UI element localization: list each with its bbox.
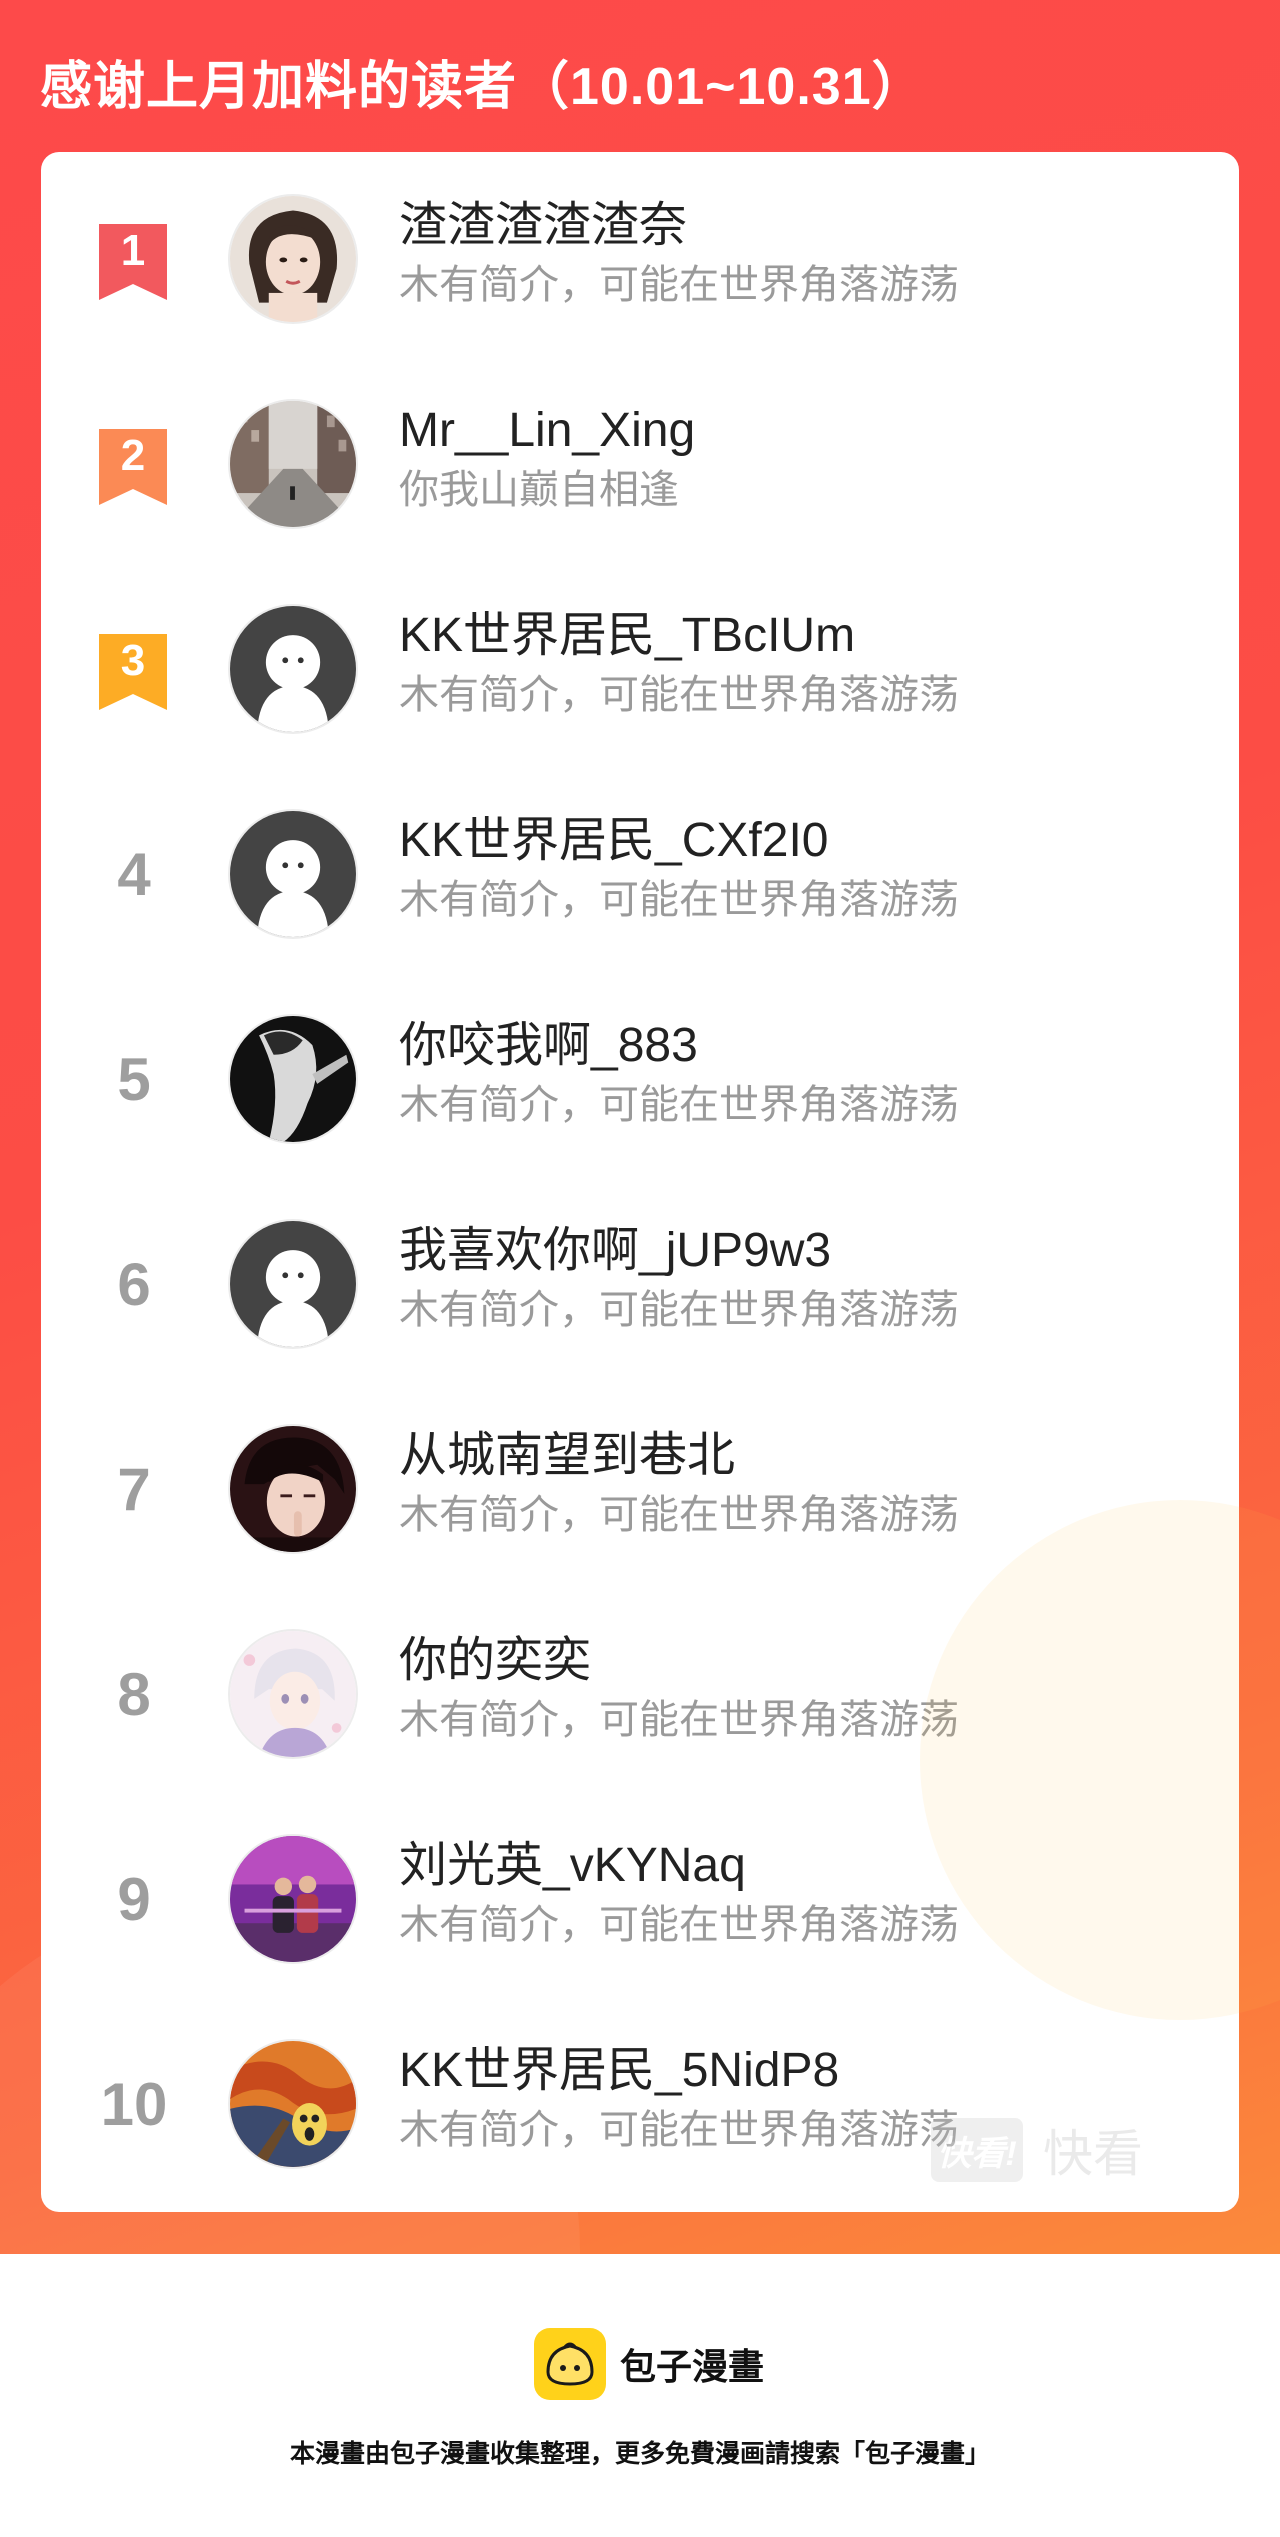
reader-row[interactable]: 5 你咬我啊_883 木有简介，可能在世界角落游荡 xyxy=(41,972,1239,1177)
rank-number: 8 xyxy=(117,1661,151,1728)
reader-bio: 木有简介，可能在世界角落游荡 xyxy=(399,263,959,307)
anime-boy-avatar[interactable] xyxy=(228,1424,358,1554)
brand[interactable]: 包子漫畫 xyxy=(534,2328,764,2400)
reader-bio: 木有简介，可能在世界角落游荡 xyxy=(399,1903,959,1947)
reader-name: 刘光英_vKYNaq xyxy=(399,1839,746,1892)
reader-bio: 木有简介，可能在世界角落游荡 xyxy=(399,1493,959,1537)
reader-row[interactable]: 8 你的奕奕 木有简介，可能在世界角落游荡 xyxy=(41,1587,1239,1792)
reader-name: KK世界居民_5NidP8 xyxy=(399,2044,840,2097)
reader-name: KK世界居民_TBcIUm xyxy=(399,609,856,662)
reader-row[interactable]: 7 从城南望到巷北 木有简介，可能在世界角落游荡 xyxy=(41,1382,1239,1587)
rank-number: 9 xyxy=(117,1866,151,1933)
reader-row[interactable]: 6 我喜欢你啊_jUP9w3 木有简介，可能在世界角落游荡 xyxy=(41,1177,1239,1382)
purple-photo-avatar[interactable] xyxy=(228,1834,358,1964)
rank-number: 5 xyxy=(117,1046,151,1113)
brand-name: 包子漫畫 xyxy=(620,2346,765,2387)
footer-note: 本漫畫由包子漫畫收集整理，更多免費漫画請搜索「包子漫畫」 xyxy=(289,2440,990,2468)
rank-3-ribbon-icon: 3 xyxy=(99,634,167,710)
rank-number: 10 xyxy=(100,2071,168,2138)
reader-ranking-card: 1 渣渣渣渣渣奈 木有简介，可能在世界角落游荡 2 Mr__Lin_Xing 你… xyxy=(41,152,1239,2212)
reader-name: 你的奕奕 xyxy=(399,1634,592,1687)
reader-name: 我喜欢你啊_jUP9w3 xyxy=(399,1224,832,1277)
dark-figure-avatar[interactable] xyxy=(228,1014,358,1144)
page-title: 感谢上月加料的读者（10.01~10.31） xyxy=(40,58,925,116)
reader-bio: 木有简介，可能在世界角落游荡 xyxy=(399,1288,959,1332)
reader-name: 渣渣渣渣渣奈 xyxy=(399,199,688,252)
reader-bio: 木有简介，可能在世界角落游荡 xyxy=(399,878,959,922)
header-banner: 感谢上月加料的读者（10.01~10.31） 1 渣渣渣渣渣奈 木有简介，可能在… xyxy=(0,0,1280,2254)
reader-bio: 木有简介，可能在世界角落游荡 xyxy=(399,673,959,717)
reader-name: 你咬我啊_883 xyxy=(399,1019,698,1072)
city-street-avatar[interactable] xyxy=(228,399,358,529)
reader-bio: 木有简介，可能在世界角落游荡 xyxy=(399,1083,959,1127)
reader-bio: 你我山巅自相逢 xyxy=(399,468,679,512)
reader-name: KK世界居民_CXf2I0 xyxy=(399,814,829,867)
default-ghost-avatar[interactable] xyxy=(228,809,358,939)
girl-portrait-avatar[interactable] xyxy=(228,194,358,324)
rank-2-ribbon-icon: 2 xyxy=(99,429,167,505)
rank-number: 4 xyxy=(117,841,151,908)
watermark-text: 快看 xyxy=(1043,2126,1143,2182)
reader-bio: 木有简介，可能在世界角落游荡 xyxy=(399,1698,959,1742)
reader-name: Mr__Lin_Xing xyxy=(399,404,696,457)
reader-row[interactable]: 1 渣渣渣渣渣奈 木有简介，可能在世界角落游荡 xyxy=(41,152,1239,357)
reader-row[interactable]: 2 Mr__Lin_Xing 你我山巅自相逢 xyxy=(41,357,1239,562)
reader-name: 从城南望到巷北 xyxy=(399,1429,736,1482)
default-ghost-avatar[interactable] xyxy=(228,1219,358,1349)
reader-row[interactable]: 9 刘光英_vKYNaq 木有简介，可能在世界角落游荡 xyxy=(41,1792,1239,1997)
anime-pastel-avatar[interactable] xyxy=(228,1629,358,1759)
rank-number: 6 xyxy=(117,1251,151,1318)
scream-painting-avatar[interactable] xyxy=(228,2039,358,2169)
baozi-logo-icon xyxy=(534,2328,606,2400)
kuaikan-logo-icon: 快看! xyxy=(931,2118,1023,2182)
reader-row[interactable]: 4 KK世界居民_CXf2I0 木有简介，可能在世界角落游荡 xyxy=(41,767,1239,972)
kuaikan-watermark: 快看! 快看 xyxy=(931,2118,1143,2182)
footer: 包子漫畫 本漫畫由包子漫畫收集整理，更多免費漫画請搜索「包子漫畫」 xyxy=(0,2254,1280,2537)
reader-bio: 木有简介，可能在世界角落游荡 xyxy=(399,2108,959,2152)
rank-number: 7 xyxy=(117,1456,151,1523)
rank-1-ribbon-icon: 1 xyxy=(99,224,167,300)
reader-row[interactable]: 3 KK世界居民_TBcIUm 木有简介，可能在世界角落游荡 xyxy=(41,562,1239,767)
default-ghost-avatar[interactable] xyxy=(228,604,358,734)
